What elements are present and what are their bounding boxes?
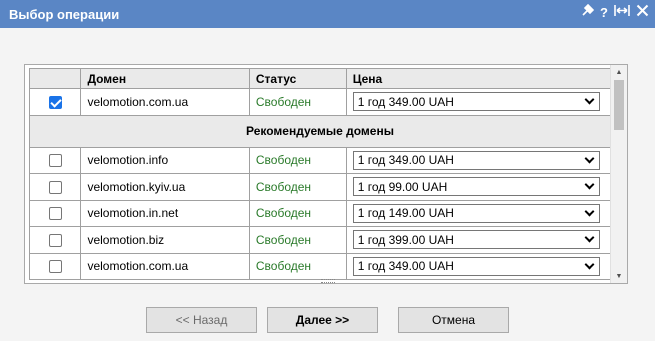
close-icon[interactable]	[636, 4, 649, 22]
domain-name: velomotion.info	[80, 146, 250, 174]
domain-name: velomotion.in.net	[80, 199, 250, 227]
price-select[interactable]: 1 год 349.00 UAH	[352, 256, 600, 276]
chevron-down-icon	[584, 153, 595, 164]
domain-name: velomotion.kyiv.ua	[80, 173, 250, 201]
scroll-thumb[interactable]	[614, 80, 624, 130]
domain-checkbox[interactable]	[48, 180, 62, 194]
chevron-down-icon	[584, 94, 595, 105]
domain-name: velomotion.biz	[80, 226, 250, 254]
domain-name: velomotion.com.ua	[80, 252, 250, 280]
domain-checkbox[interactable]	[48, 154, 62, 168]
title-icons: ?	[581, 3, 649, 22]
maximize-icon[interactable]	[614, 4, 630, 22]
header-domain: Домен	[80, 68, 250, 89]
price-select[interactable]: 1 год 99.00 UAH	[352, 177, 600, 197]
domain-status: Свободен	[248, 88, 347, 116]
price-select[interactable]: 1 год 149.00 UAH	[352, 203, 600, 223]
chevron-down-icon	[584, 259, 595, 270]
help-icon[interactable]: ?	[600, 4, 608, 22]
table-row: velomotion.kyiv.ua Свободен 1 год 99.00 …	[28, 173, 612, 201]
domain-status: Свободен	[248, 226, 347, 254]
next-button[interactable]: Далее >>	[267, 307, 378, 333]
price-select[interactable]: 1 год 349.00 UAH	[352, 92, 600, 112]
scroll-up-arrow-icon[interactable]: ▲	[611, 65, 627, 79]
table-row: velomotion.in.net Свободен 1 год 149.00 …	[28, 199, 612, 227]
chevron-down-icon	[584, 232, 595, 243]
pin-icon[interactable]	[581, 3, 595, 22]
scroll-down-arrow-icon[interactable]: ▼	[611, 269, 627, 283]
table-row: velomotion.biz Свободен 1 год 399.00 UAH	[28, 226, 612, 254]
domain-status: Свободен	[248, 173, 347, 201]
price-select-value: 1 год 349.00 UAH	[357, 259, 454, 274]
window-title: Выбор операции	[9, 6, 120, 22]
section-title: Рекомендуемые домены	[29, 114, 611, 148]
domain-list-panel: Домен Статус Цена velomotion.com.ua Своб…	[24, 64, 628, 284]
back-button[interactable]: << Назад	[146, 307, 257, 333]
price-select[interactable]: 1 год 399.00 UAH	[352, 230, 600, 250]
domain-status: Свободен	[248, 199, 347, 227]
price-select-value: 1 год 99.00 UAH	[357, 179, 448, 194]
vertical-scrollbar[interactable]: ▲ ▼	[610, 65, 627, 283]
domain-checkbox[interactable]	[48, 260, 62, 274]
section-row: Рекомендуемые домены	[29, 114, 611, 148]
domain-checkbox[interactable]	[48, 207, 62, 221]
title-bar: Выбор операции ?	[0, 0, 655, 28]
domain-name: velomotion.com.ua	[80, 88, 250, 116]
header-checkbox-col	[28, 68, 82, 89]
chevron-down-icon	[584, 206, 595, 217]
table-header-row: Домен Статус Цена	[28, 68, 612, 89]
price-select-value: 1 год 349.00 UAH	[357, 94, 454, 109]
domain-checkbox[interactable]	[48, 233, 62, 247]
price-select-value: 1 год 399.00 UAH	[357, 232, 454, 247]
table-row: velomotion.com.ua Свободен 1 год 349.00 …	[28, 88, 612, 116]
domain-checkbox[interactable]	[48, 95, 62, 109]
header-price: Цена	[345, 68, 612, 89]
table-row: velomotion.com.ua Свободен 1 год 349.00 …	[28, 252, 612, 280]
cancel-button[interactable]: Отмена	[398, 307, 509, 333]
chevron-down-icon	[584, 179, 595, 190]
price-select-value: 1 год 149.00 UAH	[357, 206, 454, 221]
header-status: Статус	[248, 68, 347, 89]
resize-grip[interactable]	[321, 279, 335, 283]
price-select-value: 1 год 349.00 UAH	[357, 153, 454, 168]
price-select[interactable]: 1 год 349.00 UAH	[352, 150, 600, 170]
table-row: velomotion.info Свободен 1 год 349.00 UA…	[28, 146, 612, 174]
domain-table: Домен Статус Цена velomotion.com.ua Своб…	[28, 68, 612, 280]
domain-status: Свободен	[248, 146, 347, 174]
domain-status: Свободен	[248, 252, 347, 280]
